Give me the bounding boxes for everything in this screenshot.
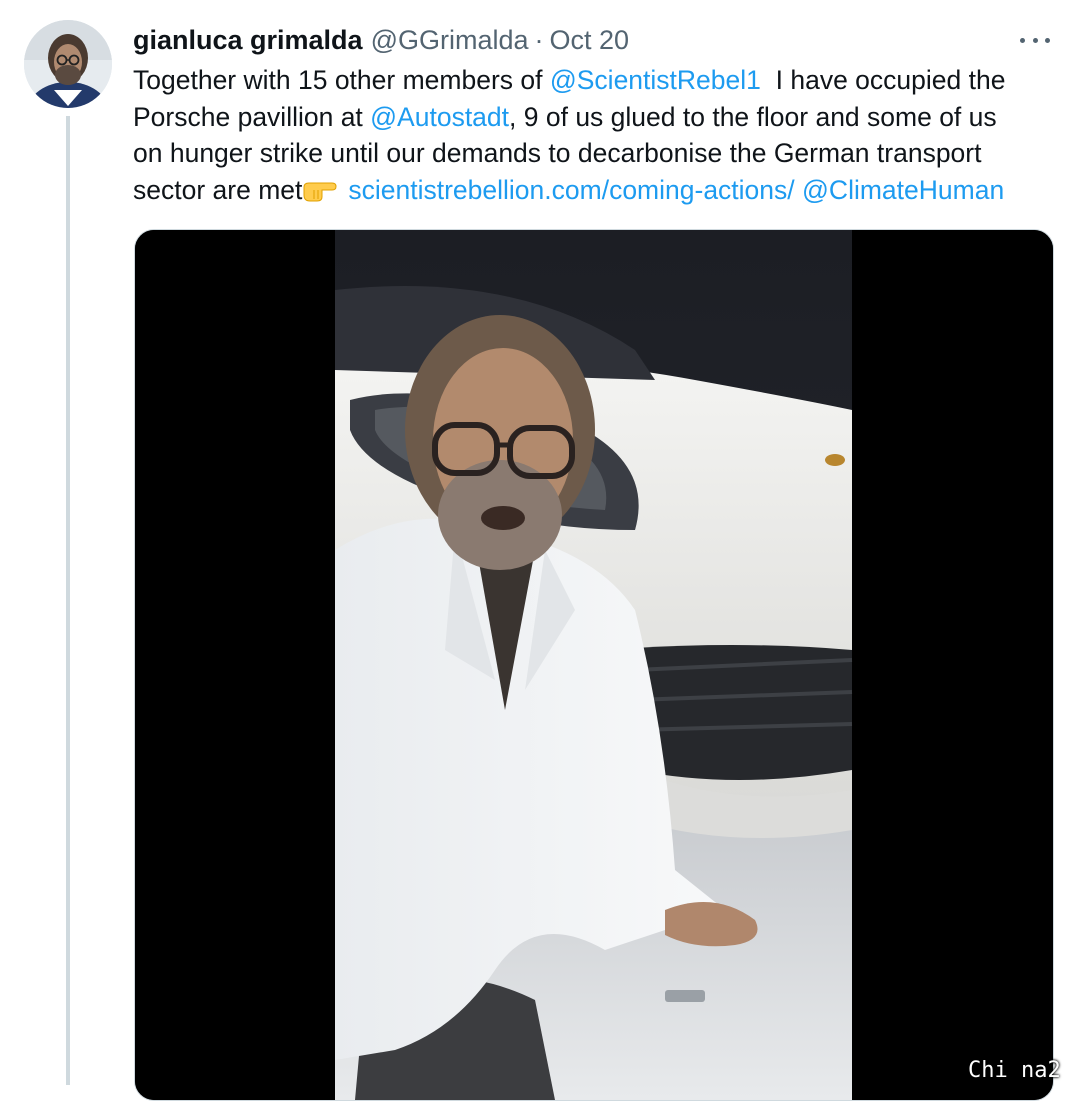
author-name[interactable]: gianluca grimalda (133, 25, 363, 56)
tweet-header: gianluca grimalda @GGrimalda · Oct 20 (133, 22, 629, 58)
watermark-text: Chi na2 (968, 1058, 1061, 1083)
scientistrebellion-url-link[interactable]: scientistrebellion.com/coming-actions/ (348, 175, 794, 205)
tweet-video[interactable] (134, 229, 1054, 1101)
separator-dot: · (534, 24, 544, 55)
thread-connector-line (66, 116, 70, 1085)
tweet[interactable]: gianluca grimalda @GGrimalda · Oct 20 To… (0, 0, 1080, 1101)
video-thumbnail-icon (135, 230, 1053, 1100)
mention-autostadt-link[interactable]: @Autostadt (370, 102, 509, 132)
tweet-text-line-3: on hunger strike until our demands to de… (133, 138, 982, 168)
more-dot (1032, 37, 1038, 43)
more-dot (1045, 37, 1050, 43)
mention-scientistrebel1-link[interactable]: @ScientistRebel1 (550, 65, 761, 95)
tweet-text-segment: , 9 of us glued to the floor and some of… (509, 101, 997, 132)
tweet-text-segment: Porsche pavillion at (133, 101, 371, 132)
author-handle[interactable]: @GGrimalda (371, 25, 529, 56)
more-options-icon[interactable] (1020, 28, 1050, 52)
tweet-text-segment: Together with 15 other members of (133, 65, 550, 95)
tweet-text-line-2: Porsche pavillion at @Autostadt, 9 of us… (133, 99, 1063, 136)
more-dot (1020, 37, 1025, 43)
tweet-text-line-1: Together with 15 other members of @Scien… (133, 62, 1063, 99)
tweet-date[interactable]: Oct 20 (550, 25, 630, 56)
pointing-right-emoji-icon (302, 176, 338, 213)
tweet-text: Together with 15 other members of @Scien… (133, 62, 1063, 212)
tweet-text-segment: sector are met (133, 174, 303, 205)
tweet-text-line-4: sector are met scientistrebellion.com/co… (133, 172, 1063, 213)
author-avatar[interactable] (24, 20, 112, 108)
profile-photo-icon (24, 20, 112, 108)
mention-climatehuman-link[interactable]: @ClimateHuman (802, 175, 1004, 205)
tweet-text-segment: I have occupied the (760, 65, 1006, 95)
